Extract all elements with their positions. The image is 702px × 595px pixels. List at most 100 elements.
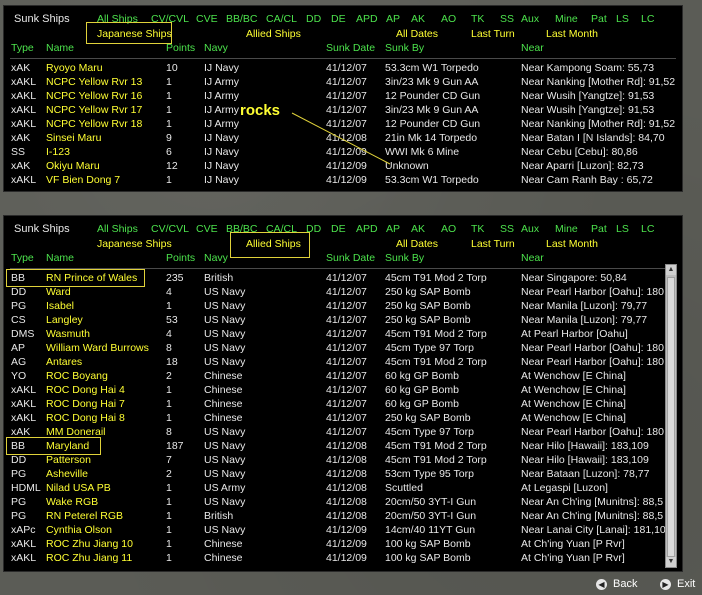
cell-type: DMS [11,328,35,340]
cell-navy: US Navy [204,286,246,298]
tab-japanese-ships[interactable]: Japanese Ships [97,238,172,250]
col-name[interactable]: Name [46,252,74,264]
cell-name[interactable]: ROC Zhu Jiang 10 [46,537,133,551]
table-row[interactable]: CS Langley 53 US Navy 41/12/07 250 kg SAP Bom… [4,313,682,327]
filter-all-ships[interactable]: All Ships [97,223,138,235]
tab-last-month[interactable]: Last Month [546,238,598,250]
scroll-up-arrow-icon[interactable]: ▲ [666,265,676,275]
scrollbar-thumb[interactable] [667,277,675,557]
table-row[interactable]: YO ROC Boyang 2 Chinese 41/12/07 60 kg GP Bom… [4,369,682,383]
cell-near: At Wenchow [E China] [521,412,626,424]
cell-type: xAPc [11,524,36,536]
filter-ss[interactable]: SS [500,223,514,235]
filter-ak[interactable]: AK [411,223,425,235]
cell-points: 1 [166,384,172,396]
table-row[interactable]: BB Maryland 187 US Navy 41/12/08 45cm T91 Mod… [4,439,682,453]
col-sunk-by[interactable]: Sunk By [385,252,424,264]
cell-name[interactable]: Ward [46,285,71,299]
table-row[interactable]: AG Antares 18 US Navy 41/12/07 45cm T91 Mod 2… [4,355,682,369]
cell-sunk-date: 41/12/07 [326,328,367,340]
filter-apd[interactable]: APD [356,223,378,235]
cell-name[interactable]: Langley [46,313,83,327]
exit-button[interactable]: ▶ Exit [660,578,695,590]
filter-lc[interactable]: LC [641,223,654,235]
table-row[interactable]: PG Isabel 1 US Navy 41/12/07 250 kg SAP Bomb N… [4,299,682,313]
cell-points: 1 [166,412,172,424]
cell-type: xAKL [11,538,37,550]
table-row[interactable]: DD Ward 4 US Navy 41/12/07 250 kg SAP Bomb Nea… [4,285,682,299]
list-scrollbar[interactable]: ▲ ▼ [665,264,677,568]
table-row[interactable]: xAK MM Donerail 8 US Navy 41/12/07 45cm Type … [4,425,682,439]
cell-name[interactable]: RN Peterel RGB [46,509,123,523]
cell-navy: Chinese [204,412,243,424]
cell-type: DD [11,286,27,298]
cell-sunk-date: 41/12/09 [326,538,367,550]
cell-name[interactable]: ROC Boyang [46,369,108,383]
cell-sunk-date: 41/12/07 [326,370,367,382]
scroll-down-arrow-icon[interactable]: ▼ [666,557,676,567]
cell-name[interactable]: Wake RGB [46,495,98,509]
table-row[interactable]: xAKL ROC Dong Hai 8 1 Chinese 41/12/07 250 kg… [4,411,682,425]
tab-all-dates[interactable]: All Dates [396,238,438,250]
col-sunk-date[interactable]: Sunk Date [326,252,375,264]
cell-near: Near An Ch'ing [Munitns]: 88,5 [521,496,664,508]
table-row[interactable]: DD Patterson 7 US Navy 41/12/08 45cm T91 Mod … [4,453,682,467]
table-row[interactable]: xAKL ROC Dong Hai 4 1 Chinese 41/12/07 60 kg … [4,383,682,397]
table-row[interactable]: AP William Ward Burrows 8 US Navy 41/12/07 45… [4,341,682,355]
cell-points: 7 [166,454,172,466]
filter-mine[interactable]: Mine [555,223,578,235]
cell-navy: US Navy [204,468,246,480]
cell-near: Near Lanai City [Lanai]: 181,10 [521,524,666,536]
japanese-sunk-ships-panel: Sunk Ships All Ships CV/CVL CVE BB/BC CA… [3,5,683,192]
cell-name[interactable]: Antares [46,355,82,369]
cell-name[interactable]: Nilad USA PB [46,481,111,495]
col-navy[interactable]: Navy [204,252,228,264]
filter-de[interactable]: DE [331,223,346,235]
cell-near: Near Pearl Harbor [Oahu]: 180, [521,342,667,354]
table-row[interactable]: PG RN Peterel RGB 1 British 41/12/08 20cm/50 … [4,509,682,523]
cell-sunk-by: 60 kg GP Bomb [385,370,459,382]
row-highlight-prince-of-wales [6,269,145,287]
cell-navy: Chinese [204,538,243,550]
cell-type: PG [11,496,27,508]
tab-last-turn[interactable]: Last Turn [471,238,515,250]
table-row[interactable]: DMS Wasmuth 4 US Navy 41/12/07 45cm T91 Mod 2… [4,327,682,341]
cell-points: 187 [166,440,184,452]
table-row[interactable]: PG Asheville 2 US Navy 41/12/08 53cm Type 95 … [4,467,682,481]
table-row[interactable]: xAKL ROC Zhu Jiang 11 1 Chinese 41/12/09 100 … [4,551,682,565]
filter-aux[interactable]: Aux [521,223,539,235]
cell-points: 8 [166,426,172,438]
cell-near: Near Pearl Harbor [Oahu]: 180, [521,426,667,438]
back-button[interactable]: ◀ Back [596,578,637,590]
filter-ap[interactable]: AP [386,223,400,235]
filter-cve[interactable]: CVE [196,223,218,235]
cell-name[interactable]: Cynthia Olson [46,523,112,537]
col-near[interactable]: Near [521,252,544,264]
rocks-pointer-line [291,112,391,165]
cell-name[interactable]: Wasmuth [46,327,90,341]
cell-name[interactable]: ROC Zhu Jiang 11 [46,551,132,565]
cell-navy: Chinese [204,552,243,564]
filter-ls[interactable]: LS [616,223,629,235]
cell-navy: US Navy [204,328,246,340]
col-points[interactable]: Points [166,252,195,264]
cell-name[interactable]: ROC Dong Hai 4 [46,383,125,397]
cell-name[interactable]: ROC Dong Hai 8 [46,411,125,425]
cell-points: 1 [166,482,172,494]
col-type[interactable]: Type [11,252,34,264]
cell-type: CS [11,314,26,326]
table-row[interactable]: PG Wake RGB 1 US Navy 41/12/08 20cm/50 3YT-I … [4,495,682,509]
table-row[interactable]: xAKL ROC Dong Hai 7 1 Chinese 41/12/07 60 kg … [4,397,682,411]
cell-name[interactable]: Isabel [46,299,74,313]
cell-name[interactable]: William Ward Burrows [46,341,149,355]
cell-name[interactable]: ROC Dong Hai 7 [46,397,125,411]
filter-cv-cvl[interactable]: CV/CVL [151,223,189,235]
table-row[interactable]: xAKL ROC Zhu Jiang 10 1 Chinese 41/12/09 100 … [4,537,682,551]
filter-ao[interactable]: AO [441,223,456,235]
cell-name[interactable]: Patterson [46,453,91,467]
filter-tk[interactable]: TK [471,223,484,235]
cell-name[interactable]: Asheville [46,467,88,481]
filter-pat[interactable]: Pat [591,223,607,235]
table-row[interactable]: xAPc Cynthia Olson 1 US Navy 41/12/09 14cm/40… [4,523,682,537]
table-row[interactable]: HDML Nilad USA PB 1 US Army 41/12/08 Scuttled… [4,481,682,495]
